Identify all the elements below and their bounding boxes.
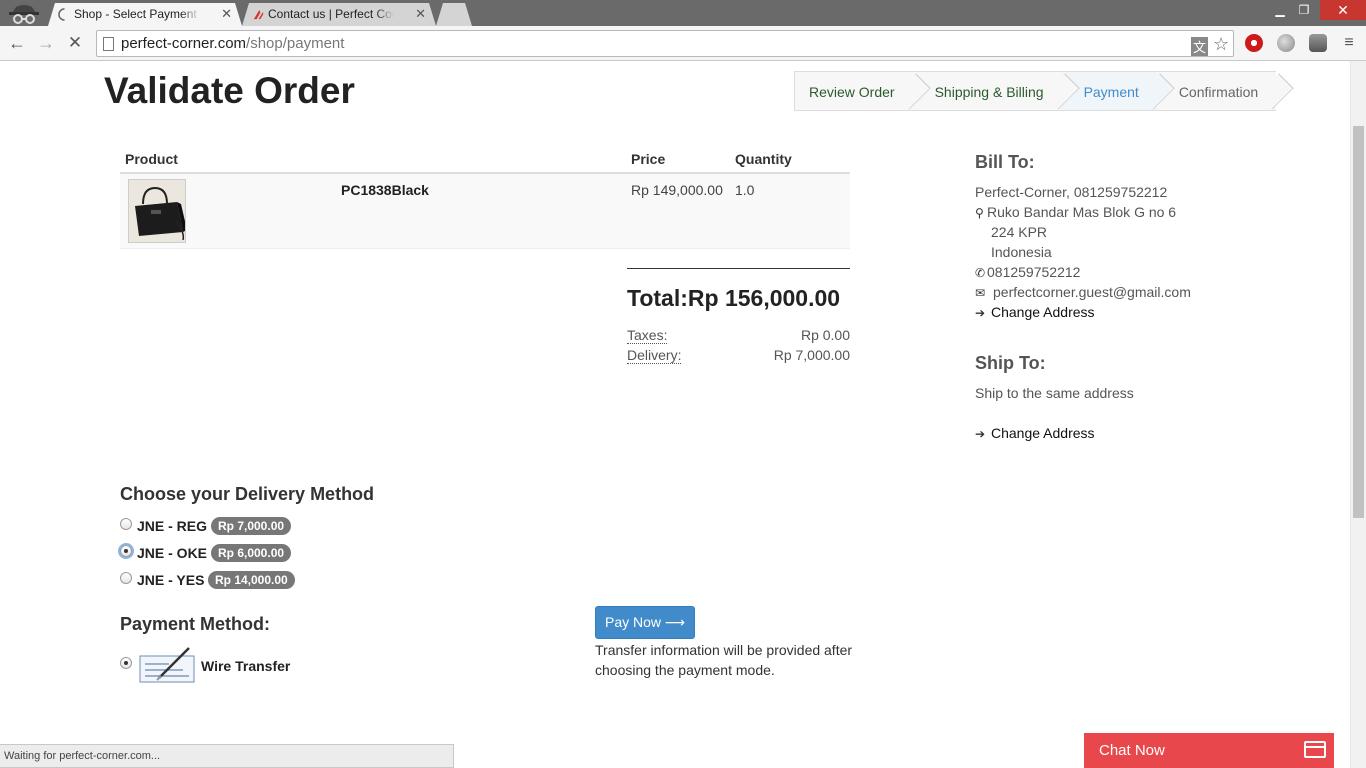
ship-to-text: Ship to the same address <box>975 385 1134 401</box>
delivery-radio-jne-yes[interactable] <box>120 572 132 584</box>
restore-icon[interactable]: ❐ <box>1292 0 1316 20</box>
extension-icon[interactable] <box>1309 34 1327 52</box>
bill-to-country: Indonesia <box>991 244 1052 260</box>
arrow-right-icon: ➔ <box>975 427 986 441</box>
delivery-method-heading: Choose your Delivery Method <box>120 484 375 504</box>
wizard-step-shipping-billing[interactable]: Shipping & Billing <box>912 71 1062 111</box>
forward-icon[interactable]: → <box>35 32 57 54</box>
product-name[interactable]: PC1838Black <box>341 182 429 198</box>
page-icon <box>103 37 114 51</box>
payment-note: Transfer information will be provided af… <box>595 642 853 678</box>
table-row: PC1838Black Rp 149,000.00 1.0 <box>120 174 850 249</box>
cheque-pen-icon <box>139 647 195 683</box>
total-value: Rp 156,000.00 <box>687 285 841 311</box>
payment-option-label[interactable]: Wire Transfer <box>201 658 290 674</box>
wizard-step-review-order[interactable]: Review Order <box>794 71 913 111</box>
scrollbar-thumb[interactable] <box>1353 126 1364 518</box>
delivery-option-label[interactable]: JNE - YES <box>137 572 204 588</box>
order-totals: Total:Rp 156,000.00 Taxes: Rp 0.00 Deliv… <box>627 268 850 367</box>
delivery-line: Delivery: Rp 7,000.00 <box>627 347 850 367</box>
back-icon[interactable]: ← <box>6 32 28 54</box>
delivery-value: Rp 7,000.00 <box>773 347 850 363</box>
window-close-icon[interactable]: ✕ <box>1320 0 1366 20</box>
tab-title: Contact us | Perfect Corner <box>268 7 394 21</box>
arrow-right-icon: ⟶ <box>664 614 685 630</box>
bookmark-star-icon[interactable]: ☆ <box>1213 34 1229 55</box>
price-badge: Rp 14,000.00 <box>208 571 295 589</box>
delivery-option-label[interactable]: JNE - REG <box>137 518 207 534</box>
page-title: Validate Order <box>104 70 355 111</box>
delivery-label: Delivery: <box>627 347 682 364</box>
price-badge: Rp 6,000.00 <box>211 544 292 562</box>
url-text[interactable]: perfect-corner.com/shop/payment <box>121 35 344 52</box>
product-price: Rp 149,000.00 <box>631 182 723 198</box>
tab-shop-payment[interactable]: Shop - Select Payment Mode ✕ <box>48 3 242 26</box>
delivery-option-label[interactable]: JNE - OKE <box>137 545 207 561</box>
bill-to-heading: Bill To: <box>975 152 1035 172</box>
close-icon[interactable]: ✕ <box>221 6 232 22</box>
ship-to-heading: Ship To: <box>975 353 1046 373</box>
browser-status-bar: Waiting for perfect-corner.com... <box>0 744 454 768</box>
total-label: Total: <box>627 285 688 311</box>
total-line: Total:Rp 156,000.00 <box>627 285 850 327</box>
site-favicon-icon <box>253 9 264 20</box>
column-header-quantity: Quantity <box>735 151 792 167</box>
close-icon[interactable]: ✕ <box>415 6 426 22</box>
column-header-price: Price <box>631 151 666 167</box>
payment-method-heading: Payment Method: <box>120 614 271 634</box>
minimize-icon[interactable]: ▁ <box>1268 0 1292 20</box>
web-page: Validate Order Review Order Shipping & B… <box>0 61 1350 768</box>
product-image[interactable] <box>128 179 186 243</box>
browser-tab-strip: Shop - Select Payment Mode ✕ Contact us … <box>0 0 1366 26</box>
price-badge: Rp 7,000.00 <box>211 517 292 535</box>
taxes-label: Taxes: <box>627 327 668 344</box>
chat-now-widget[interactable]: Chat Now <box>1084 733 1334 768</box>
delivery-radio-jne-oke[interactable] <box>120 545 132 557</box>
pay-now-button[interactable]: Pay Now ⟶ <box>595 606 695 639</box>
bill-to-name: Perfect-Corner, 081259752212 <box>975 184 1168 200</box>
new-tab-button[interactable] <box>436 3 472 26</box>
arrow-right-icon: ➔ <box>975 306 986 320</box>
table-header: Product Price Quantity <box>120 146 850 174</box>
bill-to-address-line: ⚲ Ruko Bandar Mas Blok G no 6 <box>975 204 1177 220</box>
tab-title: Shop - Select Payment Mode <box>74 7 200 21</box>
chat-label: Chat Now <box>1099 742 1165 759</box>
product-quantity: 1.0 <box>735 182 755 198</box>
handbag-icon <box>129 180 185 242</box>
ship-to-change-address-link[interactable]: ➔ Change Address <box>975 425 1095 441</box>
column-header-product: Product <box>125 151 178 167</box>
envelope-icon: ✉ <box>975 286 986 300</box>
checkout-wizard: Review Order Shipping & Billing Payment … <box>794 71 1277 111</box>
bill-to-address-line-2: 224 KPR <box>991 224 1048 240</box>
menu-icon[interactable]: ≡ <box>1338 32 1360 54</box>
chat-window-icon <box>1304 741 1326 758</box>
bill-to-change-address-link[interactable]: ➔ Change Address <box>975 304 1095 320</box>
loading-spinner-icon <box>58 8 65 21</box>
taxes-line: Taxes: Rp 0.00 <box>627 327 850 347</box>
stop-loading-icon[interactable]: ✕ <box>64 32 86 54</box>
cart-table: Product Price Quantity PC1838Black Rp 14… <box>120 146 850 249</box>
phone-icon: ✆ <box>975 266 986 280</box>
browser-toolbar: ← → ✕ perfect-corner.com/shop/payment 文 … <box>0 26 1366 61</box>
translate-icon[interactable]: 文 <box>1191 37 1209 56</box>
payment-radio-wire-transfer[interactable] <box>120 657 132 669</box>
delivery-radio-jne-reg[interactable] <box>120 518 132 530</box>
wizard-step-confirmation: Confirmation <box>1156 71 1277 111</box>
map-marker-icon: ⚲ <box>975 206 984 220</box>
tab-contact-us[interactable]: Contact us | Perfect Corner ✕ <box>242 3 436 26</box>
bill-to-email: ✉ perfectcorner.guest@gmail.com <box>975 284 1191 300</box>
opera-extension-icon[interactable] <box>1245 34 1263 52</box>
page-scrollbar[interactable] <box>1350 61 1366 768</box>
bill-to-phone: ✆ 081259752212 <box>975 264 1081 280</box>
address-bar[interactable]: perfect-corner.com/shop/payment 文 ☆ <box>96 30 1234 57</box>
incognito-icon <box>9 5 39 24</box>
globe-extension-icon[interactable] <box>1277 34 1295 52</box>
taxes-value: Rp 0.00 <box>800 327 850 343</box>
